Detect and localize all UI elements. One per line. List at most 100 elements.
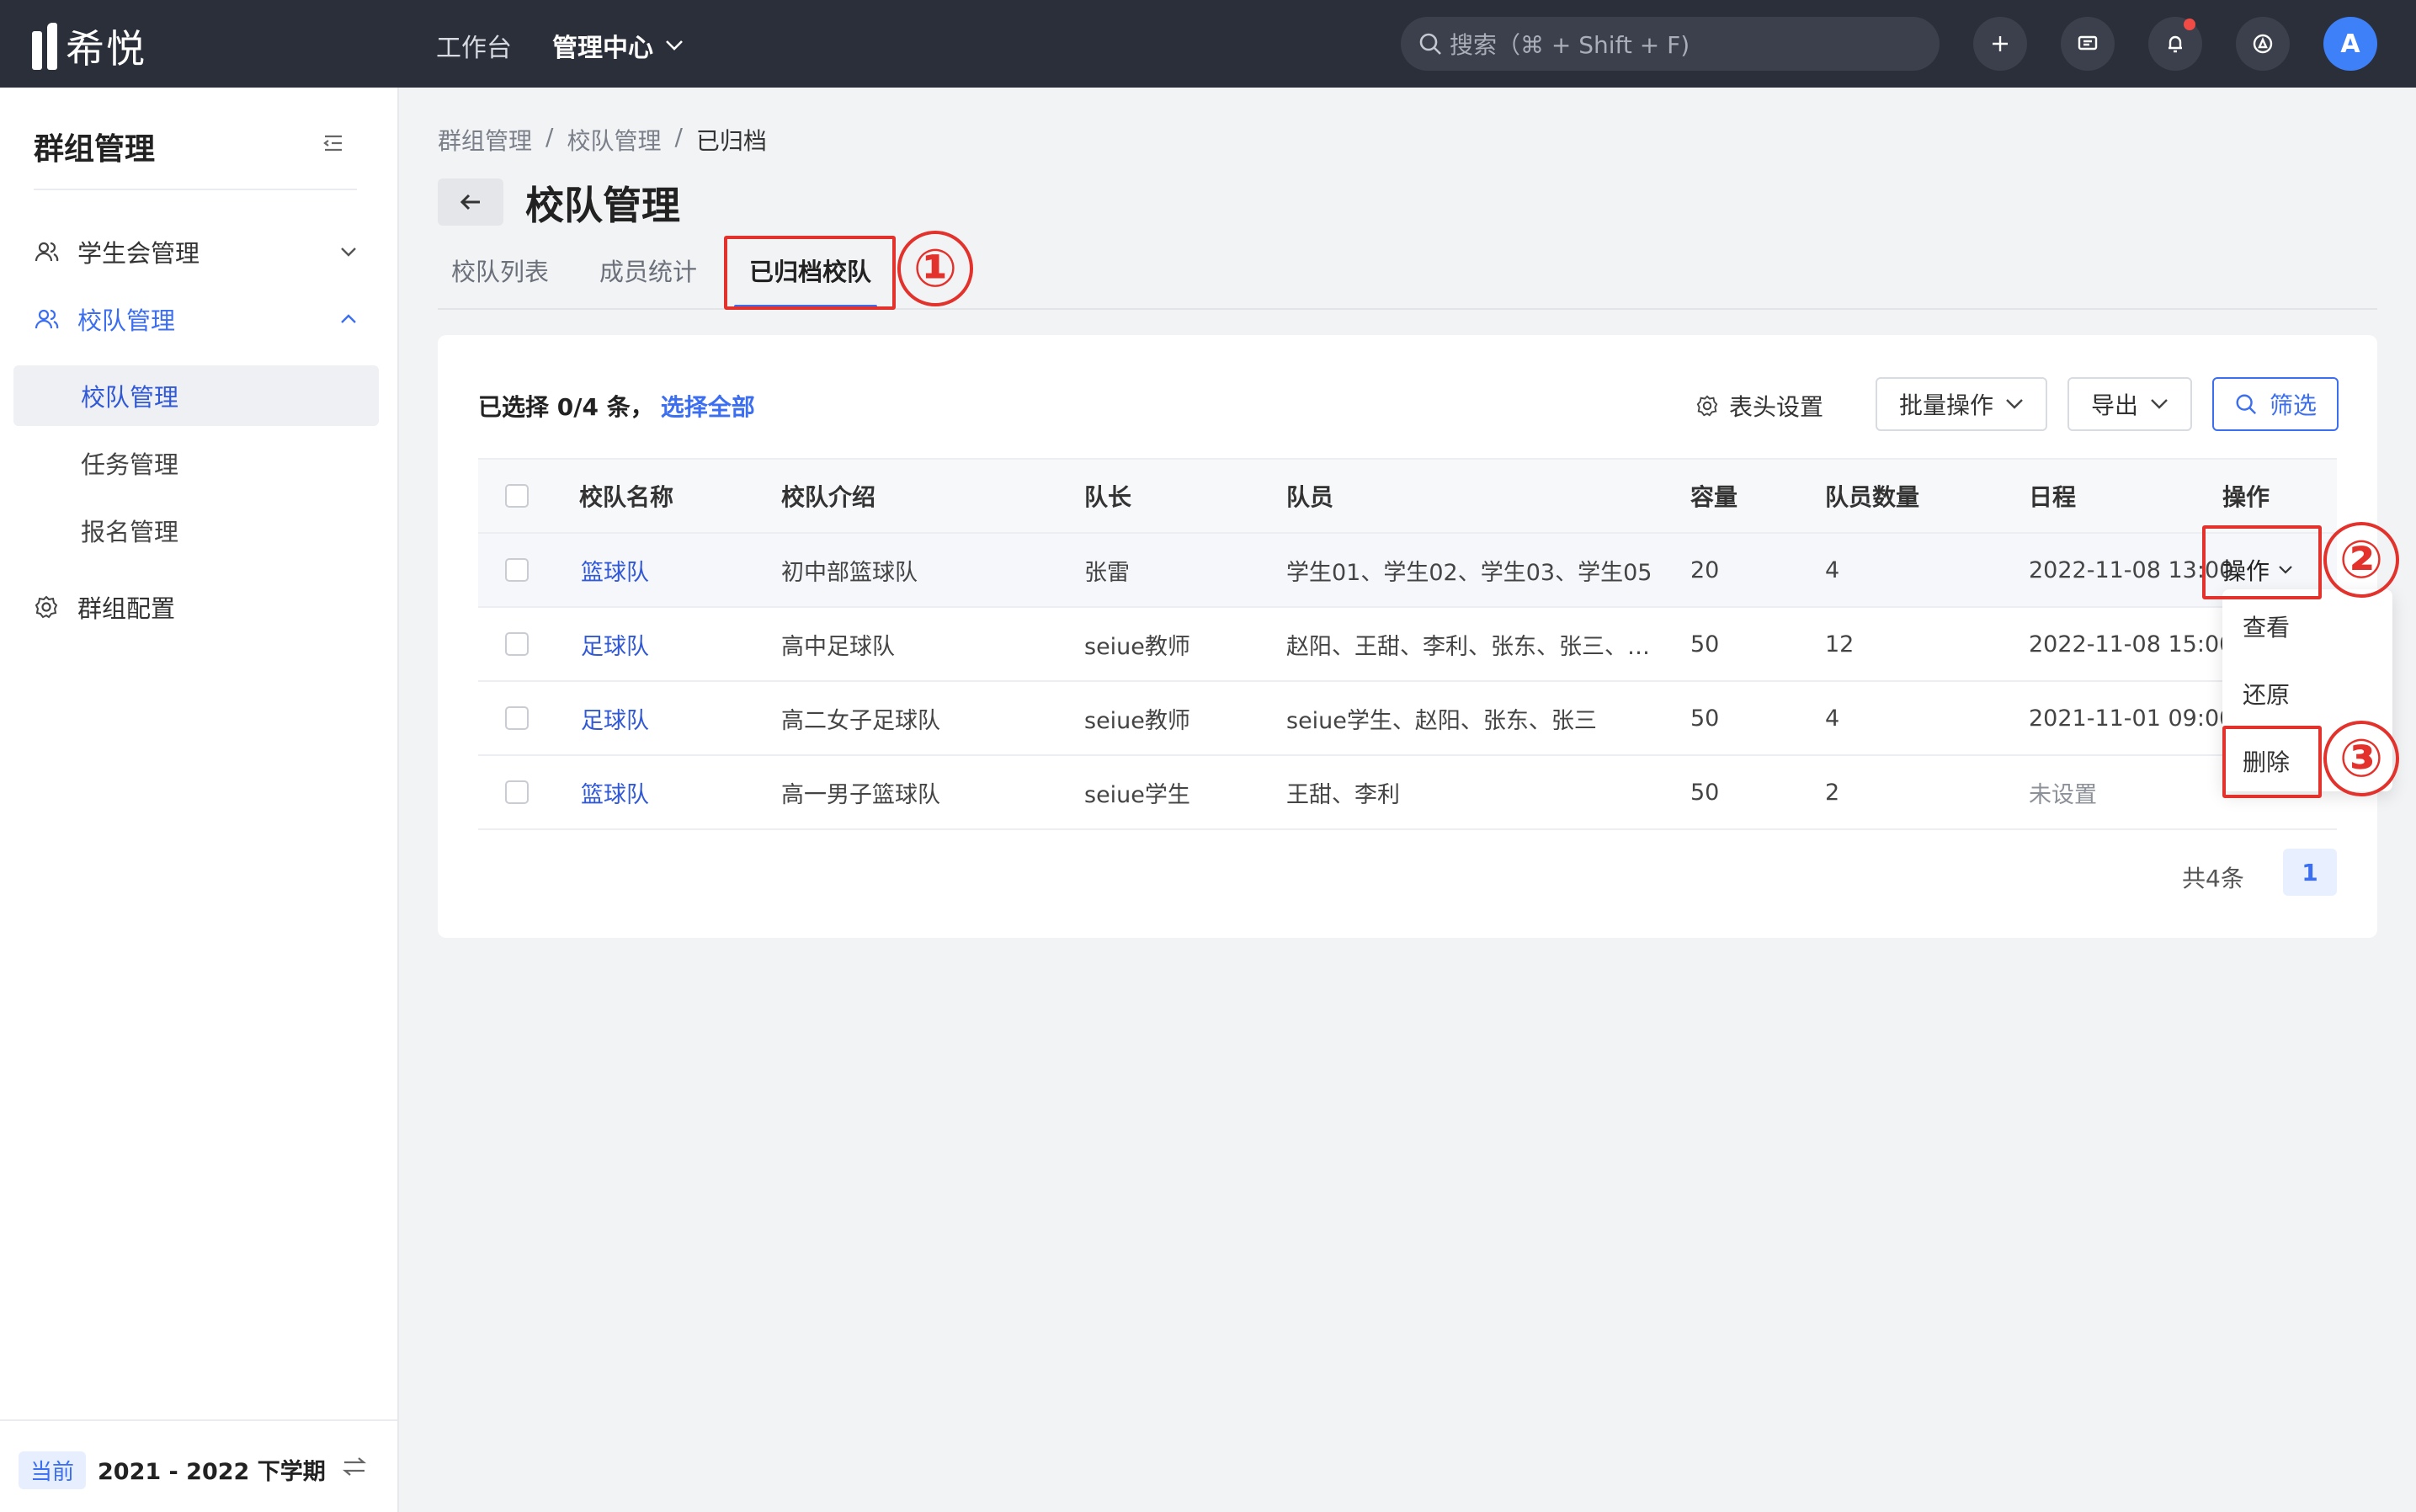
submenu-task-management[interactable]: 任务管理 xyxy=(13,433,379,493)
compass-icon xyxy=(2253,34,2273,54)
table-header: 校队名称 校队介绍 队长 队员 容量 队员数量 日程 操作 xyxy=(478,458,2337,534)
team-member-count: 12 xyxy=(1825,631,1855,658)
gear-icon xyxy=(1696,395,1718,417)
select-all-checkbox[interactable] xyxy=(505,484,529,508)
chevron-up-icon xyxy=(341,314,356,323)
menu-team-management-label: 校队管理 xyxy=(77,306,176,335)
page-title: 校队管理 xyxy=(525,183,680,228)
team-schedule: 未设置 xyxy=(2029,781,2097,808)
row-checkbox[interactable] xyxy=(505,706,529,730)
team-captain: seiue学生 xyxy=(1084,781,1190,808)
batch-actions-button[interactable]: 批量操作 xyxy=(1876,377,2047,431)
search-placeholder: 搜索（⌘ + Shift + F) xyxy=(1450,31,1690,59)
breadcrumb-team-management[interactable]: 校队管理 xyxy=(567,123,661,157)
chevron-down-icon xyxy=(341,248,356,257)
annotation-box-2 xyxy=(2202,525,2322,599)
messages-button[interactable] xyxy=(2061,17,2115,71)
team-members: seiue学生、赵阳、张东、张三 xyxy=(1286,707,1597,734)
select-all-link[interactable]: 选择全部 xyxy=(661,393,755,421)
term-switcher[interactable]: 当前 2021 - 2022 下学期 xyxy=(0,1419,397,1512)
team-captain: 张雷 xyxy=(1084,559,1130,586)
menu-item-view[interactable]: 查看 xyxy=(2243,610,2290,643)
chat-icon xyxy=(2078,35,2098,51)
nav-admin-center-label: 管理中心 xyxy=(552,34,653,63)
menu-team-management[interactable]: 校队管理 xyxy=(34,301,357,337)
user-avatar[interactable]: A xyxy=(2323,17,2377,71)
gear-icon xyxy=(35,595,58,619)
users-icon xyxy=(35,242,59,262)
tab-team-list[interactable]: 校队列表 xyxy=(451,253,549,288)
pagination-page-1[interactable]: 1 xyxy=(2283,849,2337,896)
team-member-count: 4 xyxy=(1825,556,1840,583)
nav-workbench[interactable]: 工作台 xyxy=(436,27,512,64)
chevron-down-icon xyxy=(2006,399,2023,409)
annotation-marker-3: ③ xyxy=(2323,721,2399,796)
menu-group-config-label: 群组配置 xyxy=(77,594,176,623)
back-button[interactable] xyxy=(438,178,503,226)
menu-item-restore[interactable]: 还原 xyxy=(2243,677,2290,711)
selection-count: 已选择 0/4 条， xyxy=(478,393,654,421)
submenu-team-management[interactable]: 校队管理 xyxy=(13,365,379,426)
apps-button[interactable] xyxy=(2236,17,2290,71)
swap-icon[interactable] xyxy=(342,1455,367,1478)
collapse-sidebar-icon[interactable] xyxy=(322,133,345,153)
header-settings-button[interactable]: 表头设置 xyxy=(1695,389,1823,423)
filter-button[interactable]: 筛选 xyxy=(2212,377,2339,431)
team-intro: 高一男子篮球队 xyxy=(781,781,940,808)
row-checkbox[interactable] xyxy=(505,558,529,582)
global-search-input[interactable]: 搜索（⌘ + Shift + F) xyxy=(1401,17,1940,71)
table-row[interactable]: 篮球队 初中部篮球队 张雷 学生01、学生02、学生03、学生05 20 4 2… xyxy=(478,534,2337,608)
annotation-box-1 xyxy=(724,236,896,310)
team-capacity: 50 xyxy=(1690,705,1720,732)
team-capacity: 50 xyxy=(1690,779,1720,806)
breadcrumb-separator: / xyxy=(545,123,554,151)
menu-student-union[interactable]: 学生会管理 xyxy=(34,234,357,269)
sidebar-divider xyxy=(34,189,357,190)
export-button[interactable]: 导出 xyxy=(2067,377,2192,431)
table-row[interactable]: 篮球队 高一男子篮球队 seiue学生 王甜、李利 50 2 未设置 xyxy=(478,756,2337,830)
export-label: 导出 xyxy=(2090,391,2138,419)
chevron-down-icon xyxy=(666,40,683,51)
submenu-registration-management[interactable]: 报名管理 xyxy=(13,500,379,561)
team-members: 王甜、李利 xyxy=(1286,781,1400,808)
users-icon xyxy=(35,309,59,329)
menu-student-union-label: 学生会管理 xyxy=(77,239,200,268)
nav-admin-center[interactable]: 管理中心 xyxy=(552,27,684,64)
team-member-count: 4 xyxy=(1825,705,1840,732)
team-schedule: 2022-11-08 15:00 xyxy=(2029,631,2234,658)
search-icon xyxy=(1419,33,1441,55)
team-name-link[interactable]: 足球队 xyxy=(581,682,649,754)
team-name-link[interactable]: 篮球队 xyxy=(581,756,649,828)
breadcrumb-group-management[interactable]: 群组管理 xyxy=(438,123,532,157)
team-captain: seiue教师 xyxy=(1084,707,1190,734)
team-name-link[interactable]: 篮球队 xyxy=(581,534,649,606)
team-name-link[interactable]: 足球队 xyxy=(581,608,649,680)
current-term-badge: 当前 xyxy=(19,1451,87,1489)
selection-info: 已选择 0/4 条， 选择全部 xyxy=(478,389,755,423)
row-checkbox[interactable] xyxy=(505,780,529,804)
current-term-label: 2021 - 2022 下学期 xyxy=(98,1459,326,1485)
add-button[interactable] xyxy=(1973,17,2027,71)
col-member-count: 队员数量 xyxy=(1825,483,1920,511)
app-logo[interactable]: 希悦 xyxy=(32,19,146,74)
team-capacity: 20 xyxy=(1690,556,1720,583)
team-captain: seiue教师 xyxy=(1084,633,1190,660)
annotation-box-3 xyxy=(2222,726,2322,798)
menu-group-config[interactable]: 群组配置 xyxy=(34,589,357,625)
breadcrumb-archived: 已归档 xyxy=(695,127,767,155)
pagination-total: 共4条 xyxy=(2182,865,2244,892)
team-members: 学生01、学生02、学生03、学生05 xyxy=(1286,559,1652,586)
notification-dot xyxy=(2184,19,2195,30)
table-row[interactable]: 足球队 高二女子足球队 seiue教师 seiue学生、赵阳、张东、张三 50 … xyxy=(478,682,2337,756)
notifications-button[interactable] xyxy=(2148,17,2202,71)
row-checkbox[interactable] xyxy=(505,632,529,656)
table-row[interactable]: 足球队 高中足球队 seiue教师 赵阳、王甜、李利、张东、张三、… 50 12… xyxy=(478,608,2337,682)
logo-text: 希悦 xyxy=(66,26,146,72)
sidebar: 群组管理 学生会管理 校队管理 校队管理 任务管理 报名管理 群组配置 当前 2… xyxy=(0,88,399,1512)
tab-member-stats[interactable]: 成员统计 xyxy=(599,253,697,288)
bell-icon xyxy=(2169,35,2182,53)
header-settings-label: 表头设置 xyxy=(1729,393,1824,421)
arrow-left-icon xyxy=(460,194,480,210)
breadcrumb: 群组管理 / 校队管理 / 已归档 xyxy=(438,123,767,157)
team-intro: 高中足球队 xyxy=(781,633,895,660)
